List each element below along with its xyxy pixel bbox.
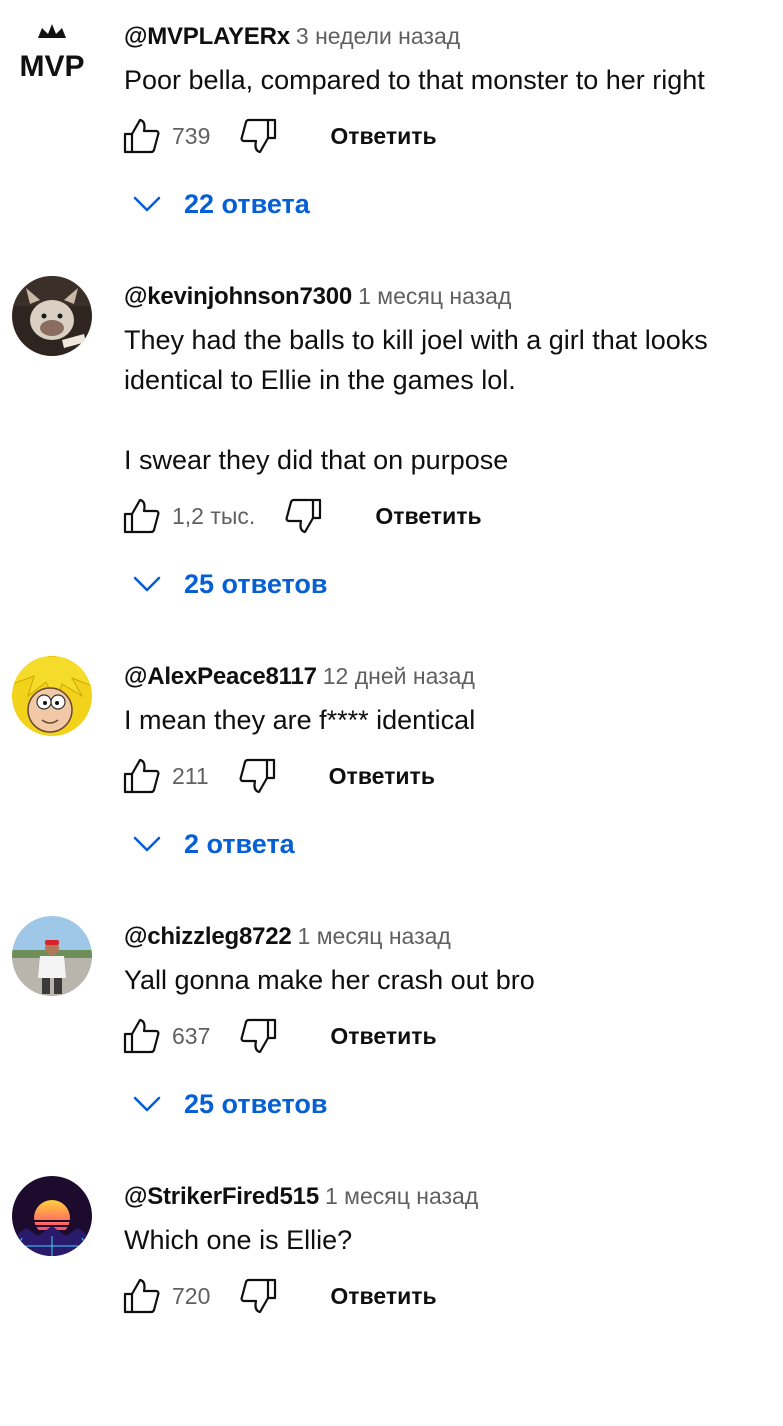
comment-actions: 720 Ответить xyxy=(120,1274,437,1318)
comment-timestamp[interactable]: 1 месяц назад xyxy=(358,283,511,309)
dislike-button[interactable] xyxy=(238,1015,280,1057)
comment-header: @AlexPeace8117 12 дней назад xyxy=(124,660,475,696)
comment-actions: 211 Ответить xyxy=(120,754,435,798)
comment-actions: 739 Ответить xyxy=(120,114,437,158)
thumbs-down-icon xyxy=(285,498,322,534)
comment-paragraph: I swear they did that on purpose xyxy=(124,445,509,475)
comment-text: Yall gonna make her crash out bro xyxy=(124,960,764,1000)
author-handle[interactable]: @MVPLAYERx xyxy=(124,23,290,50)
author-handle[interactable]: @StrikerFired515 xyxy=(124,1183,319,1210)
dislike-button[interactable] xyxy=(238,1275,280,1317)
replies-count-label: 25 ответов xyxy=(184,1088,328,1119)
comment-paragraph: Poor bella, compared to that monster to … xyxy=(124,65,705,95)
person-photo-avatar xyxy=(12,916,92,996)
thumbs-down-icon xyxy=(239,758,275,794)
thumbs-up-icon xyxy=(123,498,160,534)
reply-button[interactable]: Ответить xyxy=(330,1023,436,1050)
avatar[interactable] xyxy=(12,656,92,736)
thumbs-down-icon xyxy=(240,1018,277,1054)
like-count: 739 xyxy=(172,122,211,149)
author-handle[interactable]: @AlexPeace8117 xyxy=(124,663,317,690)
like-button[interactable] xyxy=(120,495,162,537)
like-button[interactable] xyxy=(120,755,162,797)
comment-paragraph: Yall gonna make her crash out bro xyxy=(124,965,535,995)
comment-thread: @kevinjohnson7300 1 месяц назад They had … xyxy=(0,266,783,599)
synthwave-sunset-avatar xyxy=(12,1176,92,1256)
svg-text:MVP: MVP xyxy=(19,50,84,83)
thumbs-up-icon xyxy=(123,758,160,794)
thumbs-up-icon xyxy=(123,118,160,154)
chevron-down-icon xyxy=(130,187,164,221)
chevron-down-icon xyxy=(130,1087,164,1121)
dog-photo-avatar xyxy=(12,276,92,356)
comment-paragraph: Which one is Ellie? xyxy=(124,1225,353,1255)
thumbs-down-icon xyxy=(240,118,277,154)
thumbs-down-icon xyxy=(240,1278,277,1314)
avatar[interactable] xyxy=(12,1176,92,1256)
like-button[interactable] xyxy=(120,1275,162,1317)
comment-timestamp[interactable]: 1 месяц назад xyxy=(325,1183,478,1209)
dislike-button[interactable] xyxy=(238,115,280,157)
like-count: 720 xyxy=(172,1282,211,1309)
author-handle[interactable]: @chizzleg8722 xyxy=(124,923,292,950)
comment-actions: 1,2 тыс. Ответить xyxy=(120,494,482,538)
reply-button[interactable]: Ответить xyxy=(375,503,481,530)
thumbs-up-icon xyxy=(123,1278,160,1314)
like-count: 211 xyxy=(172,762,209,789)
comment-text: They had the balls to kill joel with a g… xyxy=(124,320,764,480)
comment-thread: @AlexPeace8117 12 дней назад I mean they … xyxy=(0,646,783,906)
view-replies-button[interactable]: 25 ответов xyxy=(130,562,327,606)
comment-header: @kevinjohnson7300 1 месяц назад xyxy=(124,280,511,316)
chevron-down-icon xyxy=(130,567,164,601)
author-handle[interactable]: @kevinjohnson7300 xyxy=(124,283,352,310)
comment-header: @MVPLAYERx 3 недели назад xyxy=(124,20,460,56)
comment-text: I mean they are f**** identical xyxy=(124,700,764,740)
replies-count-label: 22 ответа xyxy=(184,188,310,219)
avatar[interactable] xyxy=(12,276,92,356)
view-replies-button[interactable]: 25 ответов xyxy=(130,1082,327,1126)
like-count: 1,2 тыс. xyxy=(172,502,256,529)
view-replies-button[interactable]: 2 ответа xyxy=(130,822,295,866)
chevron-down-icon xyxy=(130,827,164,861)
dislike-button[interactable] xyxy=(283,495,325,537)
reply-button[interactable]: Ответить xyxy=(330,1283,436,1310)
reply-button[interactable]: Ответить xyxy=(329,763,435,790)
mvp-logo-avatar: MVP xyxy=(12,16,92,96)
avatar[interactable] xyxy=(12,916,92,996)
comment-thread: @StrikerFired515 1 месяц назад Which one … xyxy=(0,1166,783,1426)
comment-paragraph: They had the balls to kill joel with a g… xyxy=(124,325,708,395)
comment-thread: @chizzleg8722 1 месяц назад Yall gonna ma… xyxy=(0,906,783,1166)
comment-timestamp[interactable]: 1 месяц назад xyxy=(298,923,451,949)
replies-count-label: 25 ответов xyxy=(184,568,328,599)
thumbs-up-icon xyxy=(123,1018,160,1054)
like-button[interactable] xyxy=(120,115,162,157)
comment-actions: 637 Ответить xyxy=(120,1014,437,1058)
comment-paragraph: I mean they are f**** identical xyxy=(124,705,476,735)
dislike-button[interactable] xyxy=(237,755,279,797)
like-count: 637 xyxy=(172,1022,211,1049)
comment-thread: MVP @MVPLAYERx 3 недели назад Poor bella,… xyxy=(0,6,783,266)
view-replies-button[interactable]: 22 ответа xyxy=(130,182,310,226)
replies-count-label: 2 ответа xyxy=(184,828,295,859)
comment-timestamp[interactable]: 12 дней назад xyxy=(323,663,475,689)
reply-button[interactable]: Ответить xyxy=(330,123,436,150)
comment-text: Which one is Ellie? xyxy=(124,1220,764,1260)
cartoon-face-avatar xyxy=(12,656,92,736)
comment-timestamp[interactable]: 3 недели назад xyxy=(296,23,460,49)
like-button[interactable] xyxy=(120,1015,162,1057)
comment-header: @StrikerFired515 1 месяц назад xyxy=(124,1180,478,1216)
comment-text: Poor bella, compared to that monster to … xyxy=(124,60,764,100)
avatar[interactable]: MVP xyxy=(12,16,92,96)
comment-header: @chizzleg8722 1 месяц назад xyxy=(124,920,451,956)
